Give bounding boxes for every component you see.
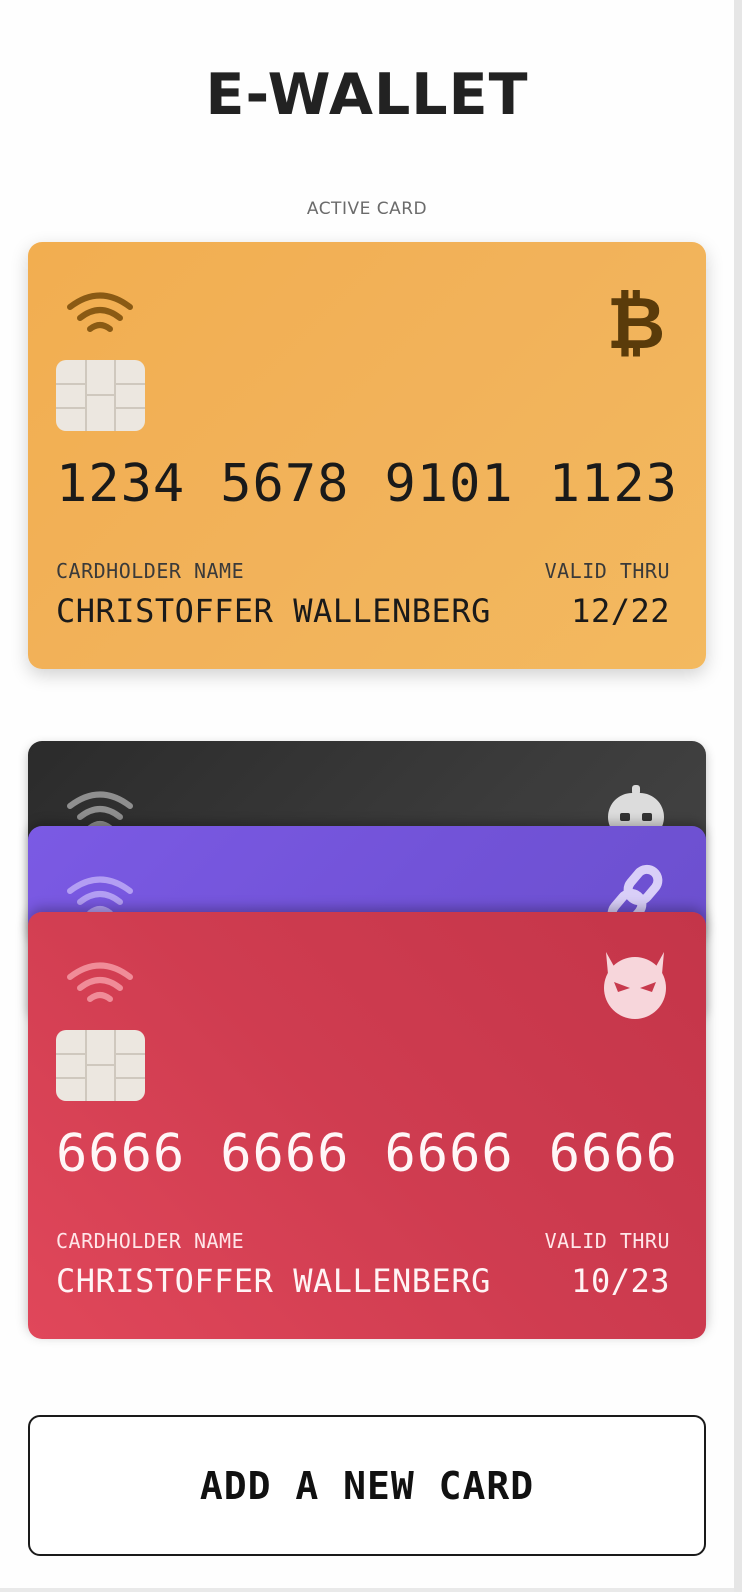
cardholder-name: CHRISTOFFER WALLENBERG [56,1262,491,1300]
devil-icon [604,952,666,1019]
card-number-group: 1234 [56,454,186,514]
card-number: 6666 6666 6666 6666 [56,1124,678,1184]
valid-thru-label: VALID THRU [544,1229,670,1253]
card-number-group: 6666 [220,1124,350,1184]
cardholder-name: CHRISTOFFER WALLENBERG [56,592,491,630]
stacked-card-devil[interactable]: 6666 6666 6666 6666 CARDHOLDER NAME VALI… [28,912,706,1339]
svg-text:₿: ₿ [607,286,666,360]
cardholder-label: CARDHOLDER NAME [56,559,245,583]
card-chip [56,360,145,431]
card-number: 1234 5678 9101 1123 [56,454,678,514]
card-number-group: 9101 [384,454,514,514]
valid-thru-date: 12/22 [571,592,670,630]
bitcoin-icon: ₿ [607,286,666,360]
wallet-page: E-WALLET ACTIVE CARD ₿ 1234 5678 9101 11… [0,0,734,1588]
contactless-icon [67,962,133,1002]
contactless-icon [67,292,133,332]
add-new-card-button[interactable]: ADD A NEW CARD [28,1415,706,1556]
active-card[interactable]: ₿ 1234 5678 9101 1123 CARDHOLDER NAME VA… [28,242,706,669]
card-number-group: 5678 [220,454,350,514]
card-chip [56,1030,145,1101]
card-number-group: 1123 [548,454,678,514]
valid-thru-label: VALID THRU [544,559,670,583]
card-number-group: 6666 [56,1124,186,1184]
active-card-label: ACTIVE CARD [306,199,428,219]
scrollbar[interactable] [734,0,742,1592]
card-number-group: 6666 [384,1124,514,1184]
page-title: E-WALLET [205,62,529,128]
valid-thru-date: 10/23 [571,1262,670,1300]
cardholder-label: CARDHOLDER NAME [56,1229,245,1253]
card-number-group: 6666 [548,1124,678,1184]
